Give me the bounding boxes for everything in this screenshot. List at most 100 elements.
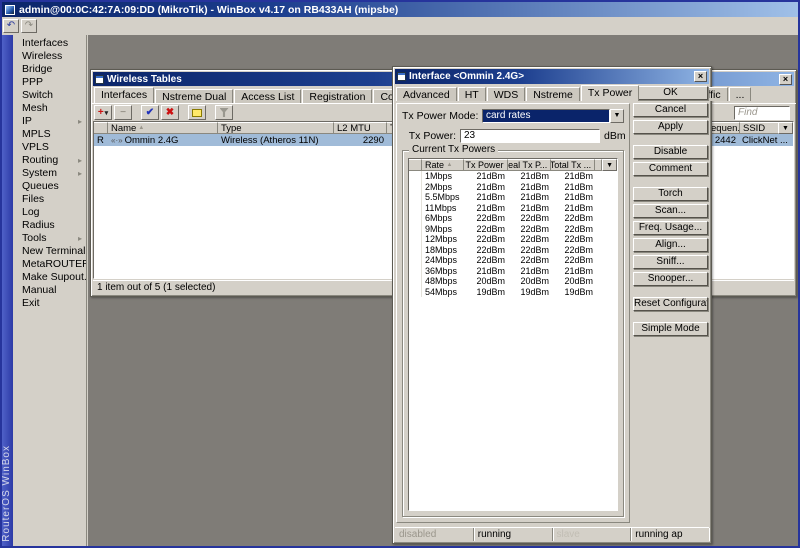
frequency-column-header[interactable]: equen...	[708, 122, 740, 134]
tx-power-column-header[interactable]: Tx Power	[464, 159, 508, 171]
disable-cross-icon: ✖	[166, 107, 174, 118]
table-row[interactable]: 24Mbps22dBm22dBm22dBm	[409, 255, 617, 266]
sidebar-item-vpls[interactable]: VPLS	[13, 141, 86, 154]
table-row[interactable]: 36Mbps21dBm21dBm21dBm	[409, 266, 617, 277]
redo-button[interactable]: ↷	[21, 19, 37, 33]
sidebar-item-system[interactable]: System▸	[13, 167, 86, 180]
find-input[interactable]	[734, 106, 790, 120]
tab-nstreme[interactable]: Nstreme	[526, 87, 580, 101]
table-row[interactable]: 6Mbps22dBm22dBm22dBm	[409, 213, 617, 224]
sidebar-item-bridge[interactable]: Bridge	[13, 63, 86, 76]
sidebar-item-files[interactable]: Files	[13, 193, 86, 206]
ok-button[interactable]: OK	[633, 86, 708, 100]
reset-configuration-button[interactable]: Reset Configuration	[633, 297, 708, 311]
snooper-button[interactable]: Snooper...	[633, 272, 708, 286]
enable-button[interactable]: ✔	[141, 105, 159, 120]
sidebar-item-wireless[interactable]: Wireless	[13, 50, 86, 63]
tab-nstreme-dual[interactable]: Nstreme Dual	[155, 89, 233, 103]
close-icon[interactable]: ×	[694, 71, 707, 82]
flag-column-header[interactable]	[94, 122, 108, 134]
column-label: Name	[111, 123, 136, 134]
cancel-button[interactable]: Cancel	[633, 103, 708, 117]
tab-access-list[interactable]: Access List	[234, 89, 301, 103]
table-row[interactable]: 54Mbps19dBm19dBm19dBm	[409, 287, 617, 298]
total-tx-cell: 21dBm	[552, 192, 596, 203]
total-tx-cell: 21dBm	[552, 171, 596, 182]
tx-power-cell: 21dBm	[464, 182, 508, 193]
tx-power-mode-select[interactable]: card rates	[482, 109, 610, 123]
table-row[interactable]: 12Mbps22dBm22dBm22dBm	[409, 234, 617, 245]
disable-button[interactable]: Disable	[633, 145, 708, 159]
sidebar-item-tools[interactable]: Tools▸	[13, 232, 86, 245]
sidebar-item-routing[interactable]: Routing▸	[13, 154, 86, 167]
real-tx-column-header[interactable]: Real Tx P...	[508, 159, 552, 171]
rate-cell: 5.5Mbps	[422, 192, 464, 203]
sidebar-item-interfaces[interactable]: Interfaces	[13, 37, 86, 50]
brand-strip: RouterOS WinBox	[2, 35, 13, 546]
tab-overflow[interactable]: ...	[729, 87, 752, 101]
sidebar-item-exit[interactable]: Exit	[13, 297, 86, 310]
sidebar-item-label: VPLS	[22, 141, 49, 154]
remove-button[interactable]: −	[114, 105, 132, 120]
tab-wds[interactable]: WDS	[487, 87, 526, 101]
align-button[interactable]: Align...	[633, 238, 708, 252]
undo-icon: ↶	[7, 20, 15, 31]
table-row[interactable]: 1Mbps21dBm21dBm21dBm	[409, 171, 617, 182]
table-row[interactable]: 48Mbps20dBm20dBm20dBm	[409, 276, 617, 287]
column-label: L2 MTU	[337, 123, 371, 134]
table-row[interactable]: 2Mbps21dBm21dBm21dBm	[409, 182, 617, 193]
type-column-header[interactable]: Type	[218, 122, 334, 134]
row-type: Wireless (Atheros 11N)	[218, 134, 334, 146]
rate-column-header[interactable]: Rate ▲	[422, 159, 464, 171]
apply-button[interactable]: Apply	[633, 120, 708, 134]
name-column-header[interactable]: Name▲	[108, 122, 218, 134]
filter-button[interactable]	[215, 105, 233, 120]
simple-mode-button[interactable]: Simple Mode	[633, 322, 708, 336]
tx-powers-table[interactable]: Rate ▲ Tx Power Real Tx P... Total Tx ..…	[408, 158, 618, 511]
sort-asc-icon: ▲	[447, 162, 453, 168]
l2mtu-column-header[interactable]: L2 MTU	[334, 122, 387, 134]
sidebar-item-label: Queues	[22, 180, 59, 193]
sniff-button[interactable]: Sniff...	[633, 255, 708, 269]
sidebar-item-queues[interactable]: Queues	[13, 180, 86, 193]
sidebar-item-ip[interactable]: IP▸	[13, 115, 86, 128]
sidebar-item-log[interactable]: Log	[13, 206, 86, 219]
comment-button[interactable]: Comment	[633, 162, 708, 176]
sidebar-item-label: IP	[22, 115, 32, 128]
close-icon[interactable]: ×	[779, 74, 792, 85]
sidebar-item-mpls[interactable]: MPLS	[13, 128, 86, 141]
tab-ht[interactable]: HT	[458, 87, 486, 101]
combo-arrow-button[interactable]: ▼	[610, 109, 624, 123]
tx-power-input[interactable]	[460, 129, 600, 143]
tab-advanced[interactable]: Advanced	[396, 87, 457, 101]
disable-button[interactable]: ✖	[161, 105, 179, 120]
sidebar-item-new-terminal[interactable]: New Terminal	[13, 245, 86, 258]
sidebar-item-mesh[interactable]: Mesh	[13, 102, 86, 115]
column-selector-button[interactable]: ▼	[778, 122, 793, 134]
dialog-button-column: OK Cancel Apply Disable Comment Torch Sc…	[633, 86, 708, 339]
table-row[interactable]: 5.5Mbps21dBm21dBm21dBm	[409, 192, 617, 203]
sidebar-item-switch[interactable]: Switch	[13, 89, 86, 102]
ssid-column-header[interactable]: SSID	[740, 122, 778, 134]
interface-dialog-titlebar[interactable]: Interface <Ommin 2.4G> ×	[395, 69, 709, 84]
undo-button[interactable]: ↶	[3, 19, 19, 33]
tab-interfaces[interactable]: Interfaces	[94, 87, 154, 103]
table-row[interactable]: 11Mbps21dBm21dBm21dBm	[409, 203, 617, 214]
comment-button[interactable]	[188, 105, 206, 120]
sidebar-item-ppp[interactable]: PPP	[13, 76, 86, 89]
scan-button[interactable]: Scan...	[633, 204, 708, 218]
submenu-arrow-icon: ▸	[78, 167, 82, 180]
total-tx-column-header[interactable]: Total Tx ...	[551, 159, 595, 171]
sidebar-item-make-supout[interactable]: Make Supout.rif	[13, 271, 86, 284]
sidebar-item-metarouter[interactable]: MetaROUTER	[13, 258, 86, 271]
tab-registration[interactable]: Registration	[302, 89, 372, 103]
table-row[interactable]: 18Mbps22dBm22dBm22dBm	[409, 245, 617, 256]
add-button[interactable]: +▾	[94, 105, 112, 120]
tab-tx-power[interactable]: Tx Power	[581, 85, 639, 101]
torch-button[interactable]: Torch	[633, 187, 708, 201]
freq-usage-button[interactable]: Freq. Usage...	[633, 221, 708, 235]
sidebar-item-manual[interactable]: Manual	[13, 284, 86, 297]
sidebar-item-radius[interactable]: Radius	[13, 219, 86, 232]
column-selector-button[interactable]: ▼	[602, 159, 617, 171]
table-row[interactable]: 9Mbps22dBm22dBm22dBm	[409, 224, 617, 235]
